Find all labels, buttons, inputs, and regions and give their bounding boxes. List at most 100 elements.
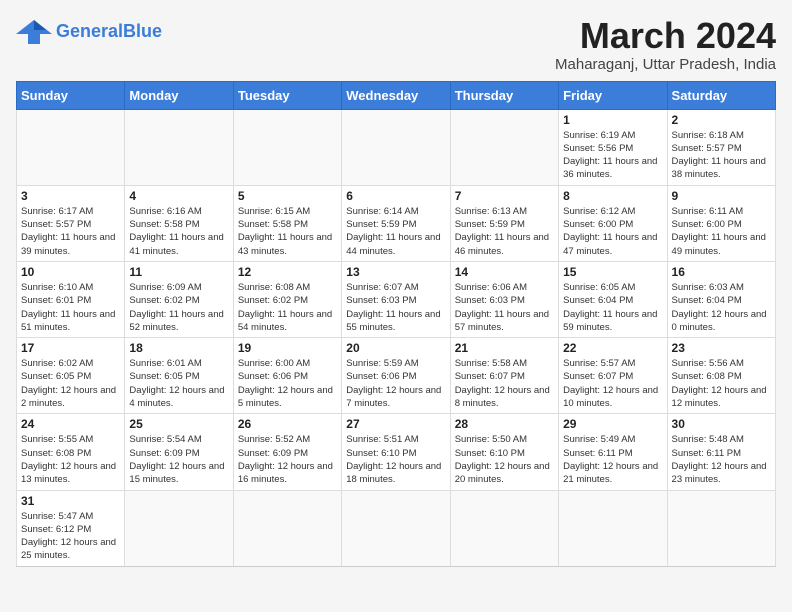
day-info: Sunrise: 5:59 AM Sunset: 6:06 PM Dayligh… xyxy=(346,357,445,410)
calendar-cell: 16Sunrise: 6:03 AM Sunset: 6:04 PM Dayli… xyxy=(667,261,775,337)
weekday-header-row: SundayMondayTuesdayWednesdayThursdayFrid… xyxy=(17,81,776,109)
week-row-3: 10Sunrise: 6:10 AM Sunset: 6:01 PM Dayli… xyxy=(17,261,776,337)
day-info: Sunrise: 6:00 AM Sunset: 6:06 PM Dayligh… xyxy=(238,357,337,410)
day-number: 18 xyxy=(129,341,228,355)
calendar-cell: 26Sunrise: 5:52 AM Sunset: 6:09 PM Dayli… xyxy=(233,414,341,490)
month-year-title: March 2024 xyxy=(555,16,776,56)
calendar-cell: 6 Sunrise: 6:14 AM Sunset: 5:59 PM Daylig… xyxy=(342,185,450,261)
calendar-cell xyxy=(342,109,450,185)
day-info: Sunrise: 6:08 AM Sunset: 6:02 PM Dayligh… xyxy=(238,281,337,334)
calendar-cell xyxy=(17,109,125,185)
calendar-cell xyxy=(233,490,341,566)
title-block: March 2024 Maharaganj, Uttar Pradesh, In… xyxy=(555,16,776,73)
day-number: 13 xyxy=(346,265,445,279)
calendar-cell: 30 Sunrise: 5:48 AM Sunset: 6:11 PM Dayli… xyxy=(667,414,775,490)
day-info: Sunrise: 6:19 AM Sunset: 5:56 PM Dayligh… xyxy=(563,129,662,182)
calendar-cell xyxy=(559,490,667,566)
day-number: 1 xyxy=(563,113,662,127)
calendar-cell: 3Sunrise: 6:17 AM Sunset: 5:57 PM Daylig… xyxy=(17,185,125,261)
day-info: Sunrise: 5:57 AM Sunset: 6:07 PM Dayligh… xyxy=(563,357,662,410)
day-number: 17 xyxy=(21,341,120,355)
weekday-header-monday: Monday xyxy=(125,81,233,109)
calendar-cell xyxy=(233,109,341,185)
calendar-cell: 5Sunrise: 6:15 AM Sunset: 5:58 PM Daylig… xyxy=(233,185,341,261)
calendar-cell: 29 Sunrise: 5:49 AM Sunset: 6:11 PM Dayli… xyxy=(559,414,667,490)
weekday-header-thursday: Thursday xyxy=(450,81,558,109)
day-number: 9 xyxy=(672,189,771,203)
day-number: 12 xyxy=(238,265,337,279)
calendar-cell: 20 Sunrise: 5:59 AM Sunset: 6:06 PM Dayli… xyxy=(342,338,450,414)
day-info: Sunrise: 6:17 AM Sunset: 5:57 PM Dayligh… xyxy=(21,205,120,258)
calendar-cell: 23 Sunrise: 5:56 AM Sunset: 6:08 PM Dayli… xyxy=(667,338,775,414)
week-row-4: 17Sunrise: 6:02 AM Sunset: 6:05 PM Dayli… xyxy=(17,338,776,414)
day-number: 6 xyxy=(346,189,445,203)
day-info: Sunrise: 5:51 AM Sunset: 6:10 PM Dayligh… xyxy=(346,433,445,486)
logo-text: GeneralBlue xyxy=(56,21,162,41)
calendar-table: SundayMondayTuesdayWednesdayThursdayFrid… xyxy=(16,81,776,567)
calendar-cell: 25 Sunrise: 5:54 AM Sunset: 6:09 PM Dayli… xyxy=(125,414,233,490)
calendar-cell: 14Sunrise: 6:06 AM Sunset: 6:03 PM Dayli… xyxy=(450,261,558,337)
day-info: Sunrise: 5:54 AM Sunset: 6:09 PM Dayligh… xyxy=(129,433,228,486)
day-number: 25 xyxy=(129,417,228,431)
day-info: Sunrise: 6:16 AM Sunset: 5:58 PM Dayligh… xyxy=(129,205,228,258)
day-info: Sunrise: 6:11 AM Sunset: 6:00 PM Dayligh… xyxy=(672,205,771,258)
calendar-cell: 19Sunrise: 6:00 AM Sunset: 6:06 PM Dayli… xyxy=(233,338,341,414)
day-info: Sunrise: 5:47 AM Sunset: 6:12 PM Dayligh… xyxy=(21,510,120,563)
day-number: 5 xyxy=(238,189,337,203)
weekday-header-wednesday: Wednesday xyxy=(342,81,450,109)
calendar-cell: 24Sunrise: 5:55 AM Sunset: 6:08 PM Dayli… xyxy=(17,414,125,490)
day-info: Sunrise: 6:01 AM Sunset: 6:05 PM Dayligh… xyxy=(129,357,228,410)
day-number: 21 xyxy=(455,341,554,355)
day-number: 30 xyxy=(672,417,771,431)
calendar-cell xyxy=(342,490,450,566)
calendar-cell: 8Sunrise: 6:12 AM Sunset: 6:00 PM Daylig… xyxy=(559,185,667,261)
weekday-header-tuesday: Tuesday xyxy=(233,81,341,109)
calendar-cell xyxy=(450,109,558,185)
calendar-cell: 13 Sunrise: 6:07 AM Sunset: 6:03 PM Dayli… xyxy=(342,261,450,337)
calendar-cell: 4Sunrise: 6:16 AM Sunset: 5:58 PM Daylig… xyxy=(125,185,233,261)
day-number: 14 xyxy=(455,265,554,279)
calendar-cell: 11Sunrise: 6:09 AM Sunset: 6:02 PM Dayli… xyxy=(125,261,233,337)
calendar-cell: 27 Sunrise: 5:51 AM Sunset: 6:10 PM Dayli… xyxy=(342,414,450,490)
week-row-1: 1 Sunrise: 6:19 AM Sunset: 5:56 PM Daylig… xyxy=(17,109,776,185)
calendar-cell xyxy=(667,490,775,566)
day-number: 29 xyxy=(563,417,662,431)
calendar-cell: 18 Sunrise: 6:01 AM Sunset: 6:05 PM Dayli… xyxy=(125,338,233,414)
day-info: Sunrise: 6:13 AM Sunset: 5:59 PM Dayligh… xyxy=(455,205,554,258)
calendar-cell: 9 Sunrise: 6:11 AM Sunset: 6:00 PM Daylig… xyxy=(667,185,775,261)
calendar-cell xyxy=(125,490,233,566)
calendar-cell: 12 Sunrise: 6:08 AM Sunset: 6:02 PM Dayli… xyxy=(233,261,341,337)
day-info: Sunrise: 5:49 AM Sunset: 6:11 PM Dayligh… xyxy=(563,433,662,486)
day-number: 15 xyxy=(563,265,662,279)
day-number: 10 xyxy=(21,265,120,279)
calendar-cell xyxy=(450,490,558,566)
day-info: Sunrise: 5:50 AM Sunset: 6:10 PM Dayligh… xyxy=(455,433,554,486)
day-info: Sunrise: 5:56 AM Sunset: 6:08 PM Dayligh… xyxy=(672,357,771,410)
day-info: Sunrise: 6:12 AM Sunset: 6:00 PM Dayligh… xyxy=(563,205,662,258)
logo-icon xyxy=(16,16,52,46)
location-subtitle: Maharaganj, Uttar Pradesh, India xyxy=(555,56,776,73)
weekday-header-sunday: Sunday xyxy=(17,81,125,109)
day-number: 2 xyxy=(672,113,771,127)
day-info: Sunrise: 6:14 AM Sunset: 5:59 PM Dayligh… xyxy=(346,205,445,258)
day-info: Sunrise: 5:58 AM Sunset: 6:07 PM Dayligh… xyxy=(455,357,554,410)
calendar-cell: 2 Sunrise: 6:18 AM Sunset: 5:57 PM Daylig… xyxy=(667,109,775,185)
day-number: 16 xyxy=(672,265,771,279)
day-number: 24 xyxy=(21,417,120,431)
calendar-cell xyxy=(125,109,233,185)
day-number: 23 xyxy=(672,341,771,355)
day-number: 11 xyxy=(129,265,228,279)
day-info: Sunrise: 6:07 AM Sunset: 6:03 PM Dayligh… xyxy=(346,281,445,334)
day-number: 27 xyxy=(346,417,445,431)
day-info: Sunrise: 5:48 AM Sunset: 6:11 PM Dayligh… xyxy=(672,433,771,486)
day-info: Sunrise: 6:18 AM Sunset: 5:57 PM Dayligh… xyxy=(672,129,771,182)
calendar-cell: 28 Sunrise: 5:50 AM Sunset: 6:10 PM Dayli… xyxy=(450,414,558,490)
calendar-cell: 22Sunrise: 5:57 AM Sunset: 6:07 PM Dayli… xyxy=(559,338,667,414)
day-number: 7 xyxy=(455,189,554,203)
day-number: 26 xyxy=(238,417,337,431)
day-number: 28 xyxy=(455,417,554,431)
calendar-cell: 21 Sunrise: 5:58 AM Sunset: 6:07 PM Dayli… xyxy=(450,338,558,414)
weekday-header-saturday: Saturday xyxy=(667,81,775,109)
week-row-5: 24Sunrise: 5:55 AM Sunset: 6:08 PM Dayli… xyxy=(17,414,776,490)
day-number: 20 xyxy=(346,341,445,355)
